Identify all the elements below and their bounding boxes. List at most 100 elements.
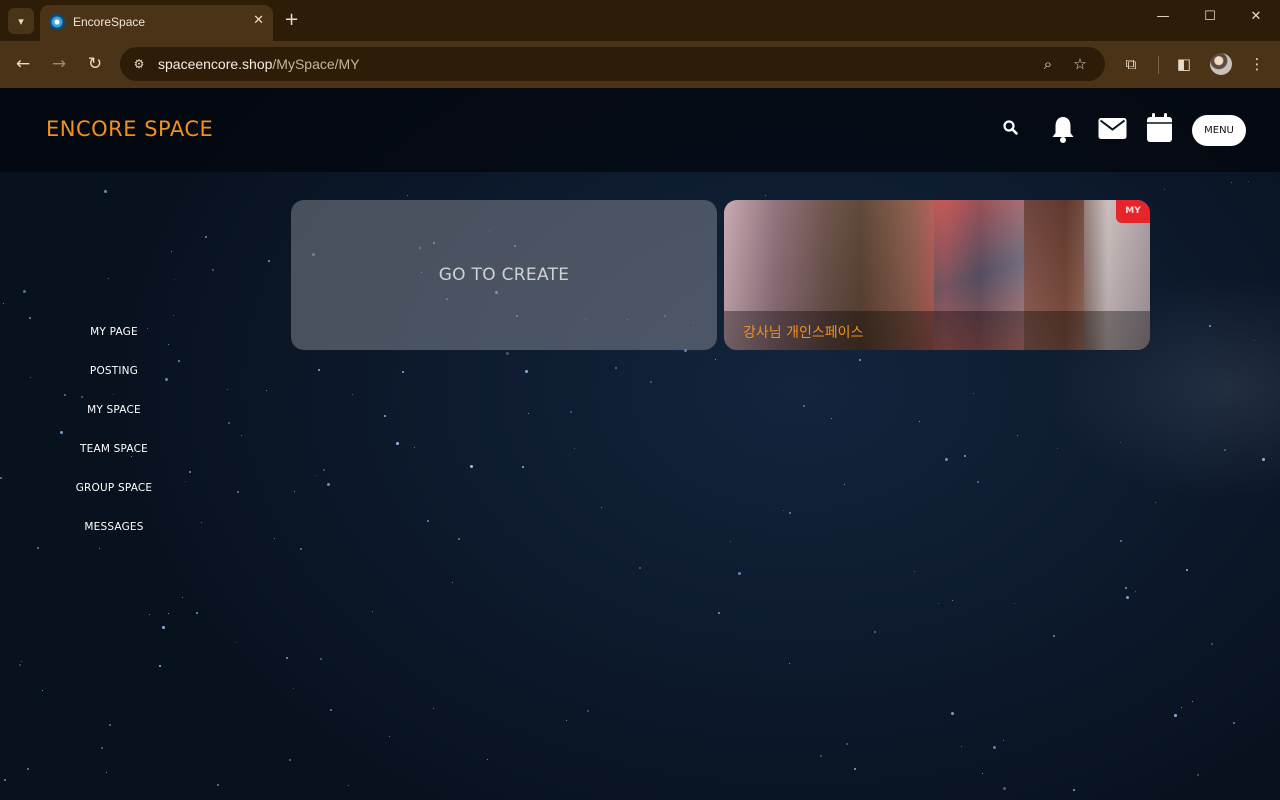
star [470, 465, 473, 468]
star [982, 773, 983, 774]
star [433, 708, 434, 709]
star [189, 471, 191, 473]
star [1254, 340, 1255, 341]
star [951, 712, 954, 715]
star [323, 469, 325, 471]
star [1125, 587, 1127, 589]
star [528, 413, 529, 414]
star [159, 665, 161, 667]
star [21, 661, 22, 662]
star [348, 785, 349, 786]
zoom-icon[interactable]: ⌕ [1038, 54, 1058, 74]
url-text[interactable]: spaceencore.shop/MySpace/MY [158, 56, 360, 72]
star [29, 317, 31, 319]
window-close-icon[interactable]: ✕ [1233, 9, 1279, 24]
star [993, 746, 996, 749]
star [854, 768, 856, 770]
calendar-icon[interactable] [1146, 112, 1173, 143]
star [402, 371, 404, 373]
my-space-badge: MY [1116, 200, 1150, 223]
star [964, 455, 966, 457]
star [1126, 596, 1129, 599]
star [286, 657, 288, 659]
star [874, 631, 876, 633]
chevron-down-icon: ▾ [18, 14, 24, 28]
star [27, 768, 29, 770]
star [587, 710, 589, 712]
star [217, 784, 219, 786]
extensions-puzzle-icon[interactable]: ⧉ [1120, 53, 1142, 75]
sidenav-item-my-space[interactable]: MY SPACE [46, 404, 182, 443]
star [241, 435, 242, 436]
star [820, 755, 822, 757]
star [173, 315, 174, 316]
star [228, 422, 230, 424]
star [1262, 458, 1265, 461]
star [227, 389, 228, 390]
star [1003, 740, 1004, 741]
star [977, 481, 979, 483]
browser-menu-dots-icon[interactable]: ⋮ [1246, 53, 1268, 75]
star [458, 538, 460, 540]
site-logo[interactable]: ENCORE SPACE [46, 117, 213, 141]
mail-icon[interactable] [1098, 117, 1127, 140]
personal-space-card[interactable]: 강사님 개인스페이스 MY [724, 200, 1150, 350]
address-bar[interactable]: ⚙ spaceencore.shop/MySpace/MY ⌕ ☆ [120, 47, 1105, 81]
star [37, 547, 39, 549]
forward-arrow-icon[interactable]: → [47, 53, 71, 77]
star [1224, 449, 1226, 451]
go-to-create-card[interactable]: GO TO CREATE [291, 200, 717, 350]
star [952, 600, 953, 601]
back-arrow-icon[interactable]: ← [11, 53, 35, 77]
star [1248, 181, 1249, 182]
star [0, 477, 2, 479]
new-tab-icon[interactable]: + [284, 9, 299, 31]
browser-toolbar: ← → ↻ ⚙ spaceencore.shop/MySpace/MY ⌕ ☆ … [0, 41, 1280, 88]
star [945, 458, 948, 461]
sidenav-item-messages[interactable]: MESSAGES [46, 521, 182, 560]
star [566, 720, 567, 721]
star [384, 415, 386, 417]
search-icon[interactable] [1001, 118, 1021, 138]
star [789, 663, 790, 664]
star [182, 597, 183, 598]
star [919, 421, 920, 422]
star [205, 236, 207, 238]
sidenav-item-posting[interactable]: POSTING [46, 365, 182, 404]
bookmark-star-icon[interactable]: ☆ [1070, 54, 1090, 74]
sidenav-item-group-space[interactable]: GROUP SPACE [46, 482, 182, 521]
star [162, 626, 165, 629]
tab-title: EncoreSpace [73, 15, 146, 29]
site-settings-icon[interactable]: ⚙ [130, 55, 148, 73]
browser-tab[interactable]: EncoreSpace ✕ [40, 5, 273, 41]
sidenav-item-my-page[interactable]: MY PAGE [46, 326, 182, 365]
profile-avatar[interactable] [1210, 53, 1232, 75]
star [1155, 502, 1156, 503]
star [149, 614, 150, 615]
star [168, 613, 169, 614]
star [961, 746, 962, 747]
star [300, 548, 302, 550]
bell-icon[interactable] [1050, 114, 1076, 144]
minimize-icon[interactable]: — [1140, 9, 1186, 24]
star [268, 260, 270, 262]
space-title: 강사님 개인스페이스 [743, 325, 864, 341]
star [831, 418, 832, 419]
star [574, 448, 575, 449]
reload-icon[interactable]: ↻ [83, 53, 107, 77]
star [938, 603, 939, 604]
star [237, 491, 239, 493]
sidenav-item-team-space[interactable]: TEAM SPACE [46, 443, 182, 482]
toolbar-divider [1158, 56, 1159, 74]
side-panel-icon[interactable]: ◧ [1173, 53, 1195, 75]
star [1233, 722, 1235, 724]
menu-button[interactable]: MENU [1192, 115, 1246, 146]
maximize-icon[interactable]: ☐ [1187, 9, 1233, 24]
star [730, 541, 731, 542]
star [506, 352, 509, 355]
star [844, 484, 845, 485]
star [789, 512, 791, 514]
star [1211, 643, 1213, 645]
tab-search-button[interactable]: ▾ [8, 8, 34, 34]
tab-close-icon[interactable]: ✕ [253, 13, 264, 28]
